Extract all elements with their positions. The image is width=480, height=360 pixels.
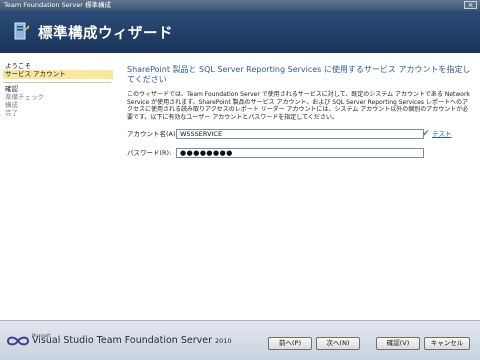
account-name-label: アカウント名(A): [127, 130, 178, 138]
password-field[interactable]: ●●●●●●●● [176, 148, 424, 158]
logo-brand: Microsoft [32, 333, 51, 338]
logo-year: 2010 [215, 337, 232, 345]
test-link[interactable]: ✔ テスト [422, 129, 452, 139]
password-label: パスワード(R): [127, 149, 172, 157]
window-title: Team Foundation Server 標準構成 [4, 1, 111, 9]
logo-wordmark: Microsoft Visual Studio Team Foundation … [32, 333, 232, 347]
wizard-steps-sidebar: ようこそ サービス アカウント 確認 準備チェック 構成 完了 [0, 53, 116, 320]
main-panel: SharePoint 製品と SQL Server Reporting Serv… [116, 53, 480, 320]
close-button[interactable]: × [464, 1, 477, 9]
title-bar: Team Foundation Server 標準構成 × [0, 0, 480, 11]
sidebar-item-service-account[interactable]: サービス アカウント [3, 70, 113, 79]
page-heading: SharePoint 製品と SQL Server Reporting Serv… [127, 65, 471, 84]
verify-button[interactable]: 確認(V) [376, 337, 420, 350]
sidebar-item-complete: 完了 [5, 109, 18, 117]
wizard-header: 標準構成ウィザード [0, 11, 480, 53]
checkmark-icon: ✔ [422, 129, 430, 139]
sidebar-divider [3, 82, 111, 83]
next-button[interactable]: 次へ(N) [316, 337, 360, 350]
cancel-button[interactable]: キャンセル [424, 337, 470, 350]
visual-studio-infinity-icon [6, 336, 30, 346]
test-link-label: テスト [432, 130, 452, 138]
wizard-title: 標準構成ウィザード [38, 26, 173, 42]
logo-product-name: Visual Studio Team Foundation Server [32, 335, 212, 346]
page-description: このウィザードでは、Team Foundation Server で使用されるサ… [127, 91, 470, 121]
previous-button[interactable]: 前へ(P) [268, 337, 312, 350]
wizard-icon [14, 22, 29, 40]
footer-bar: Microsoft Visual Studio Team Foundation … [0, 320, 480, 360]
account-name-field[interactable]: WSSSERVICE [176, 129, 424, 139]
